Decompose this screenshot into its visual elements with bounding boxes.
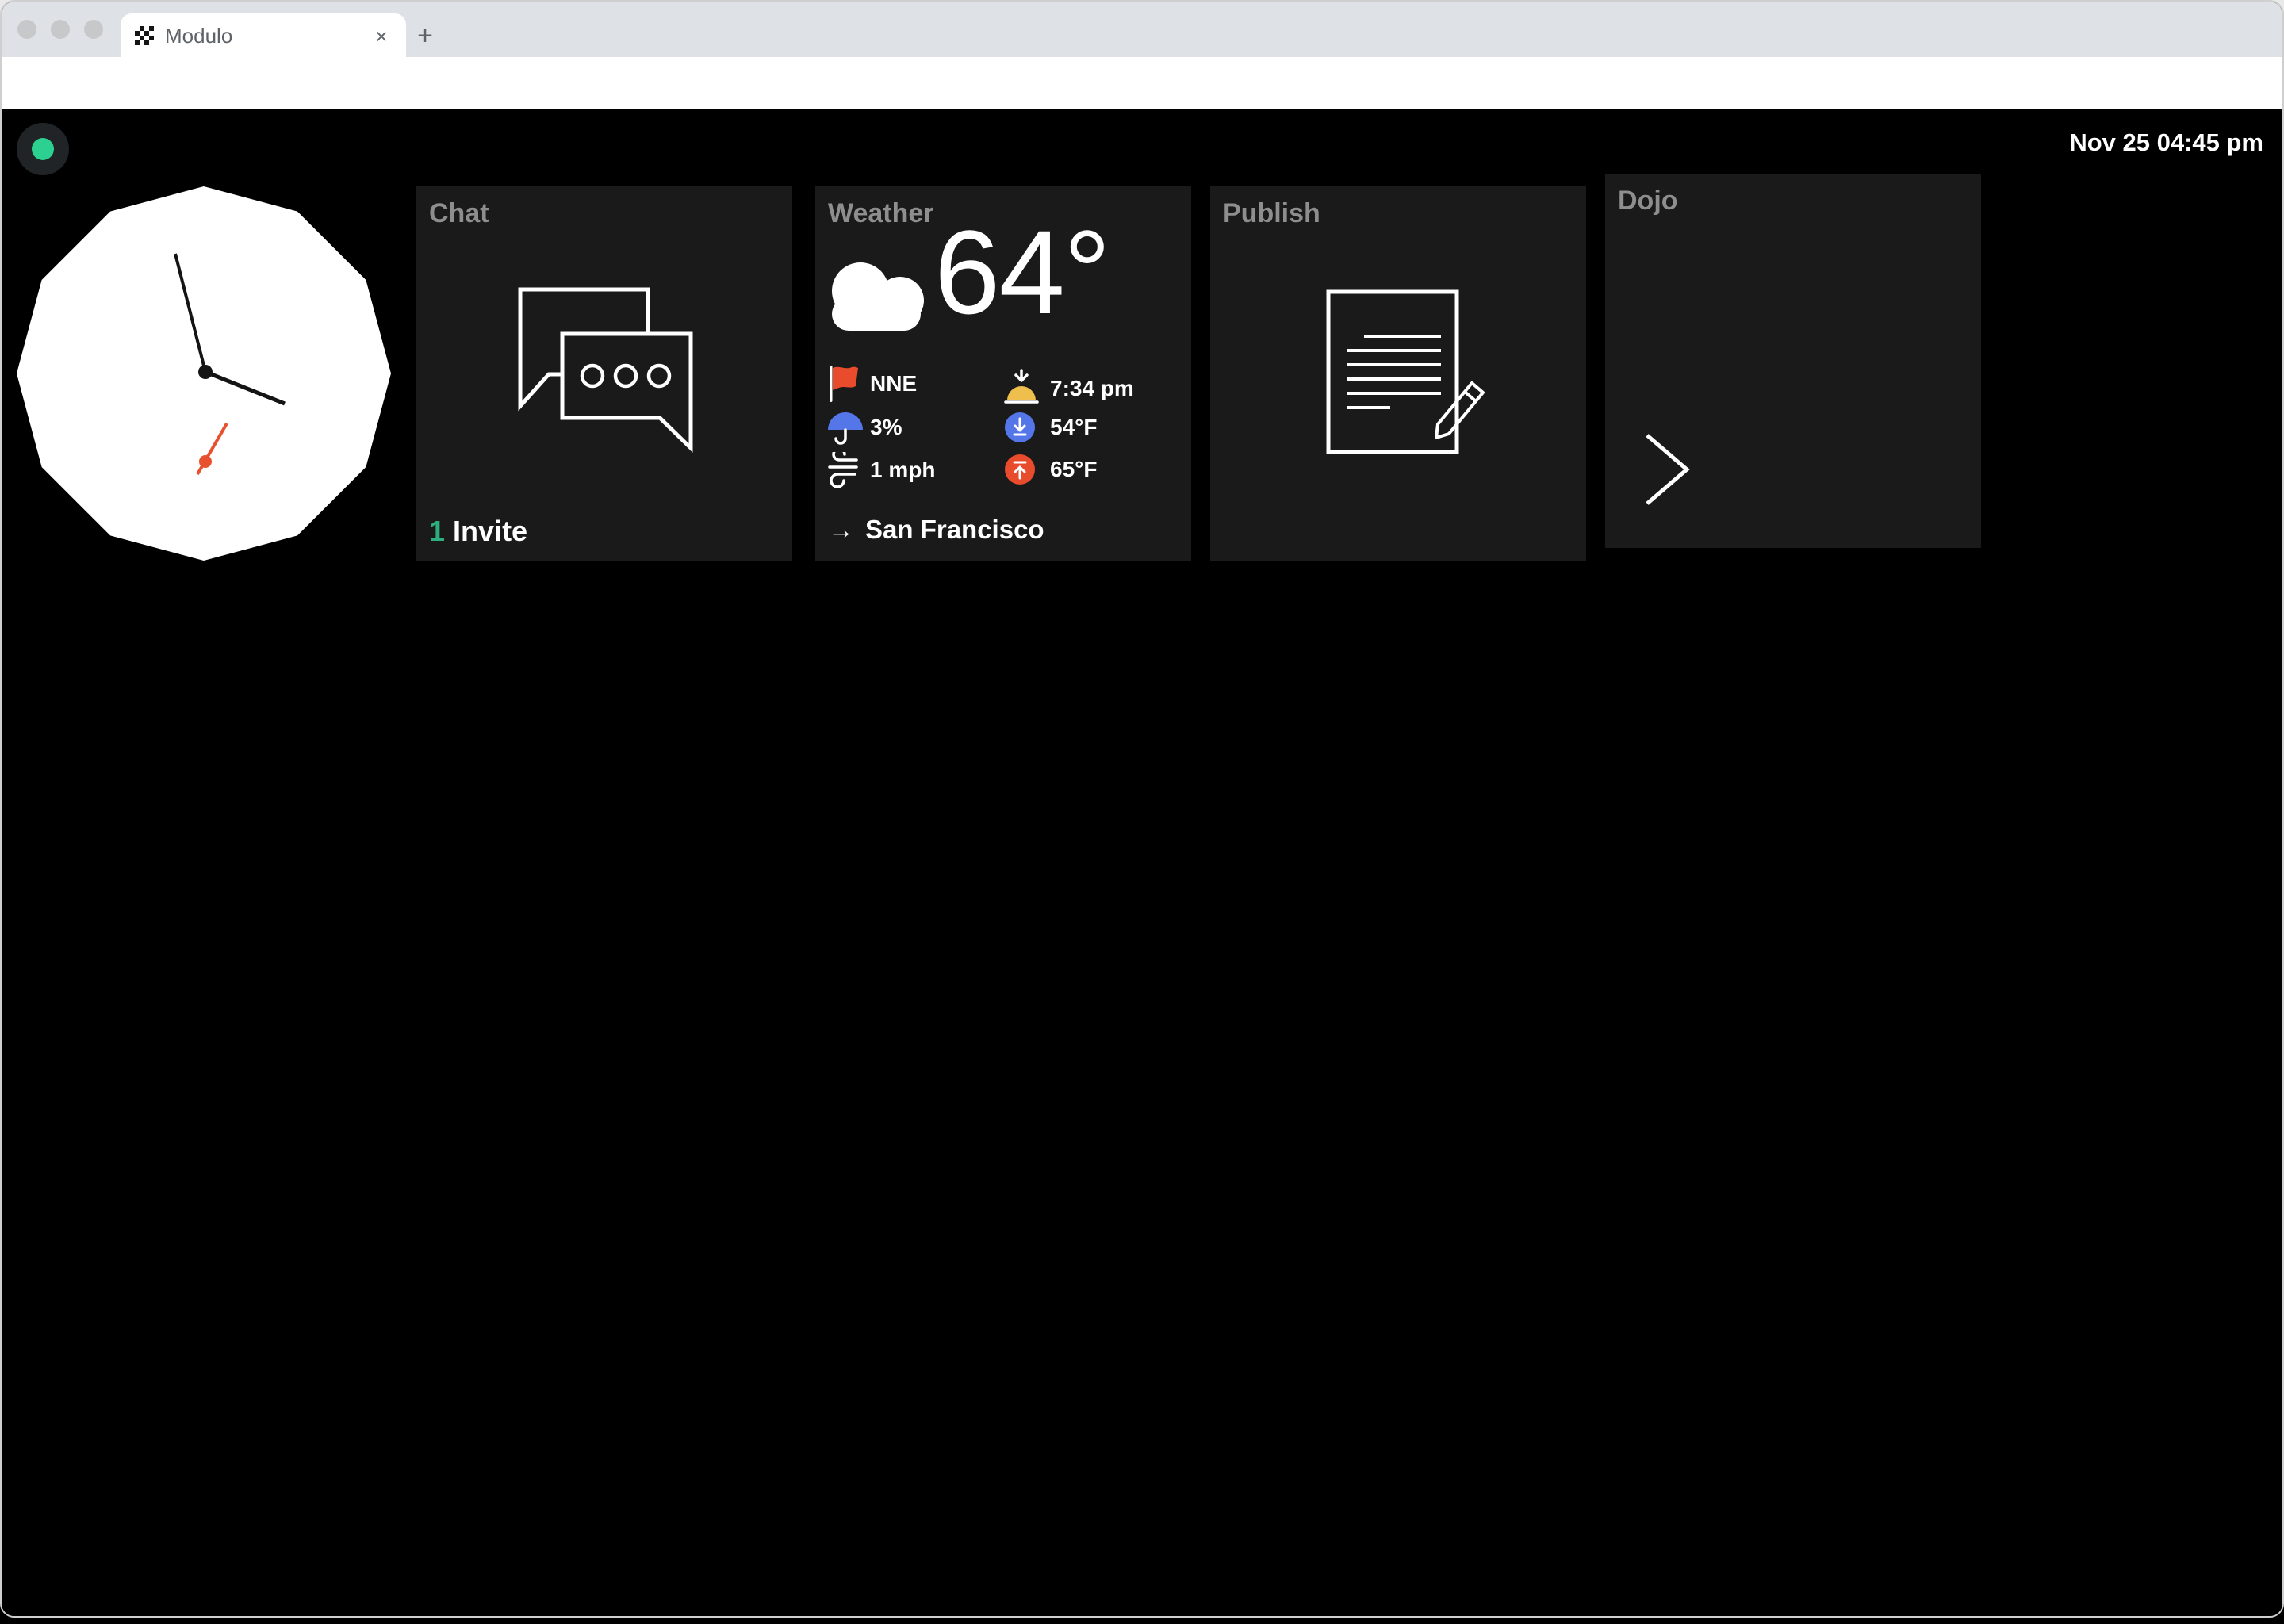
sigil-favicon-icon: [135, 26, 154, 45]
minimize-window-button[interactable]: [51, 20, 70, 39]
browser-toolbar: https://fabled-faster.tlon.network/apps/…: [2, 57, 2282, 109]
wind-direction-flag-icon: [826, 364, 864, 404]
close-window-button[interactable]: [17, 20, 36, 39]
invite-label: Invite: [453, 515, 527, 547]
tile-title: Dojo: [1618, 185, 1678, 216]
datetime-text: Nov 25 04:45 pm: [2069, 128, 2263, 157]
current-temperature: 64°: [934, 209, 1109, 335]
chevron-right-icon: [1643, 431, 1692, 509]
sunset-icon: [1004, 369, 1039, 407]
tile-publish[interactable]: Publish: [1210, 186, 1586, 561]
low-temp-icon: [1005, 412, 1035, 442]
second-hand-dot: [199, 455, 212, 468]
tile-chat[interactable]: Chat 1 Invite: [416, 186, 792, 561]
low-temp-value: 54°F: [1050, 413, 1097, 442]
zoom-window-button[interactable]: [84, 20, 103, 39]
wind-direction-value: NNE: [870, 370, 917, 398]
tile-title: Publish: [1223, 197, 1320, 229]
tile-title: Chat: [429, 197, 489, 229]
status-dot-icon: [32, 138, 54, 160]
tile-weather[interactable]: Weather 64° NNE 3%: [815, 186, 1191, 561]
location-name: San Francisco: [865, 515, 1044, 544]
umbrella-icon: [826, 409, 864, 446]
tab-bar: Modulo × +: [2, 2, 2282, 57]
browser-window: Modulo × + https://fabled-faster: [0, 0, 2284, 1618]
arrow-right-icon: →: [828, 515, 854, 544]
invite-badge: 1 Invite: [429, 513, 527, 550]
landscape-home: Nov 25 04:45 pm Chat 1 Invite Weather: [2, 109, 2282, 1618]
invite-count: 1: [429, 515, 445, 547]
tile-dojo[interactable]: Dojo: [1605, 174, 1981, 548]
high-temp-value: 65°F: [1050, 455, 1097, 484]
weather-location: → San Francisco: [828, 514, 1044, 546]
tab-title: Modulo: [165, 13, 232, 57]
sunset-time-value: 7:34 pm: [1050, 374, 1134, 403]
wind-speed-value: 1 mph: [870, 456, 935, 485]
browser-tab[interactable]: Modulo ×: [121, 13, 406, 57]
precipitation-value: 3%: [870, 413, 902, 442]
wind-speed-icon: [826, 452, 861, 488]
cloud-icon: [825, 256, 928, 339]
system-menu-button[interactable]: [17, 123, 69, 175]
new-tab-button[interactable]: +: [410, 21, 440, 52]
high-temp-icon: [1005, 454, 1035, 485]
tile-title: Weather: [828, 197, 934, 229]
document-pencil-icon: [1320, 285, 1503, 468]
close-tab-icon[interactable]: ×: [370, 25, 393, 48]
chat-bubbles-icon: [515, 285, 697, 453]
clock-center-dot: [198, 365, 213, 379]
analog-clock: [17, 186, 391, 561]
